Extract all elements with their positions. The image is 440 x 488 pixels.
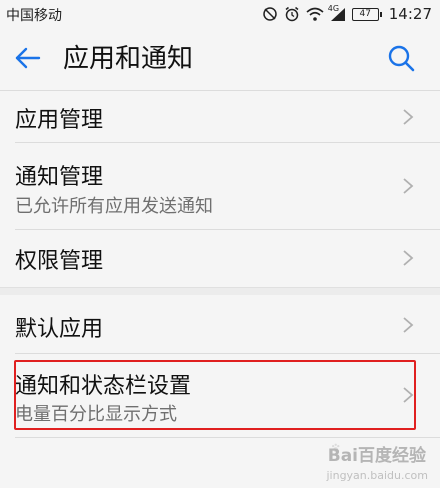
search-icon[interactable] [386, 43, 416, 73]
chevron-right-icon [403, 317, 414, 333]
network-type: 4G [327, 3, 340, 13]
chevron-right-icon [403, 178, 414, 194]
list-item-title: 通知管理 [15, 165, 104, 190]
title-bar: 应用和通知 [0, 28, 440, 90]
signal-indicator: 4G [327, 3, 346, 22]
alarm-off-icon [263, 7, 277, 21]
status-bar: 中国移动 4G 47 14:27 [0, 0, 440, 28]
carrier-name: 中国移动 [6, 8, 62, 24]
clock: 14:27 [388, 5, 432, 23]
list-item-title: 权限管理 [15, 249, 104, 274]
list-item-title: 默认应用 [15, 317, 104, 342]
group-separator [0, 287, 440, 295]
list-item-permission-management[interactable]: 权限管理 [0, 230, 440, 287]
list-item-title: 应用管理 [15, 108, 104, 133]
wifi-icon [306, 7, 324, 21]
page-title: 应用和通知 [63, 44, 194, 74]
list-item-subtitle: 已允许所有应用发送通知 [15, 196, 213, 217]
list-item-default-apps[interactable]: 默认应用 [0, 296, 440, 354]
battery-icon: 47 [351, 7, 382, 21]
alarm-icon [285, 6, 299, 22]
status-icons: 4G 47 14:27 [262, 4, 432, 24]
highlight-annotation [14, 360, 416, 430]
list-item-app-management[interactable]: 应用管理 [0, 91, 440, 143]
chevron-right-icon [403, 250, 414, 266]
watermark-url: jingyan.baidu.com [326, 469, 428, 482]
back-arrow-icon[interactable] [12, 42, 44, 74]
watermark-text: Bai百度经验 [327, 446, 426, 466]
chevron-right-icon [403, 109, 414, 125]
divider [15, 437, 440, 438]
list-item-notification-management[interactable]: 通知管理 已允许所有应用发送通知 [0, 143, 440, 230]
